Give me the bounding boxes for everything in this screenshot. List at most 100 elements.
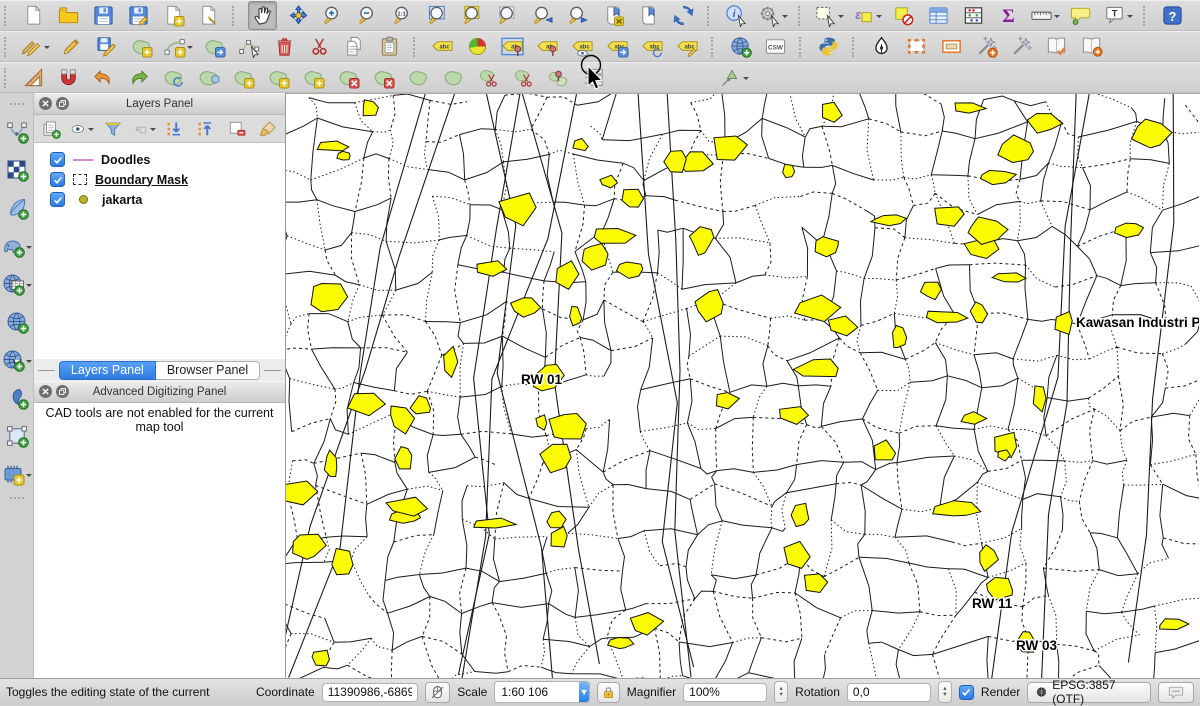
merge-features-button[interactable] <box>545 64 572 91</box>
composer-manager-button[interactable] <box>195 2 222 29</box>
refresh-map-button[interactable] <box>670 2 697 29</box>
expand-all-button[interactable] <box>163 117 187 141</box>
add-wms-layer-button[interactable] <box>1 269 33 299</box>
chevron-down-icon[interactable]: ▼ <box>579 682 588 702</box>
add-delimited-text-layer-button[interactable] <box>1 383 33 413</box>
render-checkbox[interactable] <box>959 685 974 700</box>
layer-checkbox[interactable] <box>50 192 65 207</box>
float-panel-button[interactable] <box>56 97 69 110</box>
fill-ring-button[interactable] <box>300 64 327 91</box>
metasearch-button[interactable] <box>727 33 754 60</box>
processing-wand-button[interactable] <box>1008 33 1035 60</box>
statistical-summary-button[interactable]: Σ <box>995 2 1022 29</box>
highlight-labels-button[interactable]: abc <box>569 33 596 60</box>
add-raster-layer-button[interactable] <box>1 155 33 185</box>
chevron-down-icon[interactable] <box>26 246 32 252</box>
zoom-to-layer-button[interactable] <box>495 2 522 29</box>
layer-visibility-button[interactable] <box>70 117 94 141</box>
coordinate-input[interactable] <box>322 683 418 702</box>
node-tool-button[interactable] <box>236 33 263 60</box>
tab-layers-panel[interactable]: Layers Panel <box>59 361 156 380</box>
split-features-button[interactable] <box>475 64 502 91</box>
offline-editing-sync-button[interactable] <box>1043 33 1070 60</box>
close-panel-button[interactable] <box>39 97 52 110</box>
processing-toolbox-button[interactable] <box>973 33 1000 60</box>
layer-item-jakarta[interactable]: jakarta <box>34 190 285 210</box>
add-wcs-layer-button[interactable] <box>1 307 33 337</box>
layer-checkbox[interactable] <box>50 172 65 187</box>
add-postgis-layer-button[interactable] <box>1 231 33 261</box>
pan-to-selection-button[interactable] <box>285 2 312 29</box>
layer-checkbox[interactable] <box>50 152 65 167</box>
select-features-button[interactable] <box>814 2 844 29</box>
chevron-down-icon[interactable] <box>838 15 844 21</box>
field-calculator-button[interactable] <box>960 2 987 29</box>
rotation-input[interactable] <box>847 683 931 702</box>
collapse-all-button[interactable] <box>194 117 218 141</box>
add-ring-button[interactable] <box>230 64 257 91</box>
save-project-button[interactable] <box>90 2 117 29</box>
chevron-down-icon[interactable] <box>187 46 193 52</box>
measure-button[interactable] <box>1030 2 1060 29</box>
magnifier-stepper[interactable]: ▴▾ <box>774 681 788 703</box>
new-shapefile-layer-button[interactable] <box>1 421 33 451</box>
chevron-down-icon[interactable] <box>26 284 32 290</box>
rotate-point-symbols-button[interactable] <box>719 64 749 91</box>
float-panel-button[interactable] <box>56 385 69 398</box>
delete-ring-button[interactable] <box>335 64 362 91</box>
add-spatialite-layer-button[interactable] <box>1 193 33 223</box>
layer-labeling-button[interactable]: abc <box>429 33 456 60</box>
identify-features-button[interactable]: i <box>723 2 750 29</box>
chevron-down-icon[interactable] <box>1054 15 1060 21</box>
filter-expression-button[interactable]: ε <box>132 117 156 141</box>
python-console-button[interactable] <box>815 33 842 60</box>
add-part-button[interactable] <box>265 64 292 91</box>
toggle-editing-button[interactable] <box>58 33 85 60</box>
zoom-in-button[interactable] <box>320 2 347 29</box>
add-vector-layer-button[interactable] <box>1 117 33 147</box>
layer-item-boundary-mask[interactable]: Boundary Mask <box>34 170 285 190</box>
toggle-extents-mouse-button[interactable] <box>425 682 451 703</box>
zoom-full-button[interactable] <box>425 2 452 29</box>
select-by-expression-button[interactable]: ε <box>852 2 882 29</box>
zoom-next-button[interactable] <box>565 2 592 29</box>
add-wfs-layer-button[interactable] <box>1 345 33 375</box>
move-label-button[interactable]: abc <box>604 33 631 60</box>
add-circular-string-button[interactable] <box>163 33 193 60</box>
chevron-down-icon[interactable] <box>876 15 882 21</box>
offline-editing-convert-button[interactable] <box>1078 33 1105 60</box>
layer-styling-button[interactable] <box>256 117 280 141</box>
delete-selected-button[interactable] <box>271 33 298 60</box>
map-tips-button[interactable] <box>1068 2 1095 29</box>
chevron-down-icon[interactable] <box>743 77 749 83</box>
open-attribute-table-button[interactable] <box>925 2 952 29</box>
copy-features-button[interactable] <box>341 33 368 60</box>
save-project-as-button[interactable] <box>125 2 152 29</box>
offset-curve-button[interactable] <box>405 64 432 91</box>
crs-status-button[interactable]: EPSG:3857 (OTF) <box>1027 682 1151 703</box>
scale-combo[interactable]: 1:60 106 ▼ <box>494 681 589 703</box>
csw-search-button[interactable]: CSW <box>762 33 789 60</box>
add-feature-button[interactable] <box>128 33 155 60</box>
open-project-button[interactable] <box>55 2 82 29</box>
close-panel-button[interactable] <box>39 385 52 398</box>
pan-map-button[interactable] <box>248 1 277 30</box>
simplify-feature-button[interactable] <box>195 64 222 91</box>
rotation-stepper[interactable]: ▴▾ <box>938 681 952 703</box>
map-canvas[interactable]: RW 01Kawasan Industri PeRW 11RW 03 <box>286 93 1200 678</box>
rotate-label-button[interactable]: abc <box>639 33 666 60</box>
filter-legend-button[interactable] <box>101 117 125 141</box>
zoom-native-button[interactable]: 1:1 <box>390 2 417 29</box>
chevron-down-icon[interactable] <box>26 474 32 480</box>
annotation-button[interactable] <box>868 33 895 60</box>
zoom-to-selection-button[interactable] <box>460 2 487 29</box>
magnifier-input[interactable] <box>683 683 767 702</box>
layer-diagram-button[interactable] <box>464 33 491 60</box>
split-parts-button[interactable] <box>510 64 537 91</box>
lock-scale-button[interactable] <box>597 682 620 703</box>
chevron-down-icon[interactable] <box>1127 15 1133 21</box>
snapping-options-button[interactable] <box>55 64 82 91</box>
redo-button[interactable] <box>125 64 152 91</box>
show-bookmarks-button[interactable] <box>635 2 662 29</box>
chevron-down-icon[interactable] <box>782 15 788 21</box>
